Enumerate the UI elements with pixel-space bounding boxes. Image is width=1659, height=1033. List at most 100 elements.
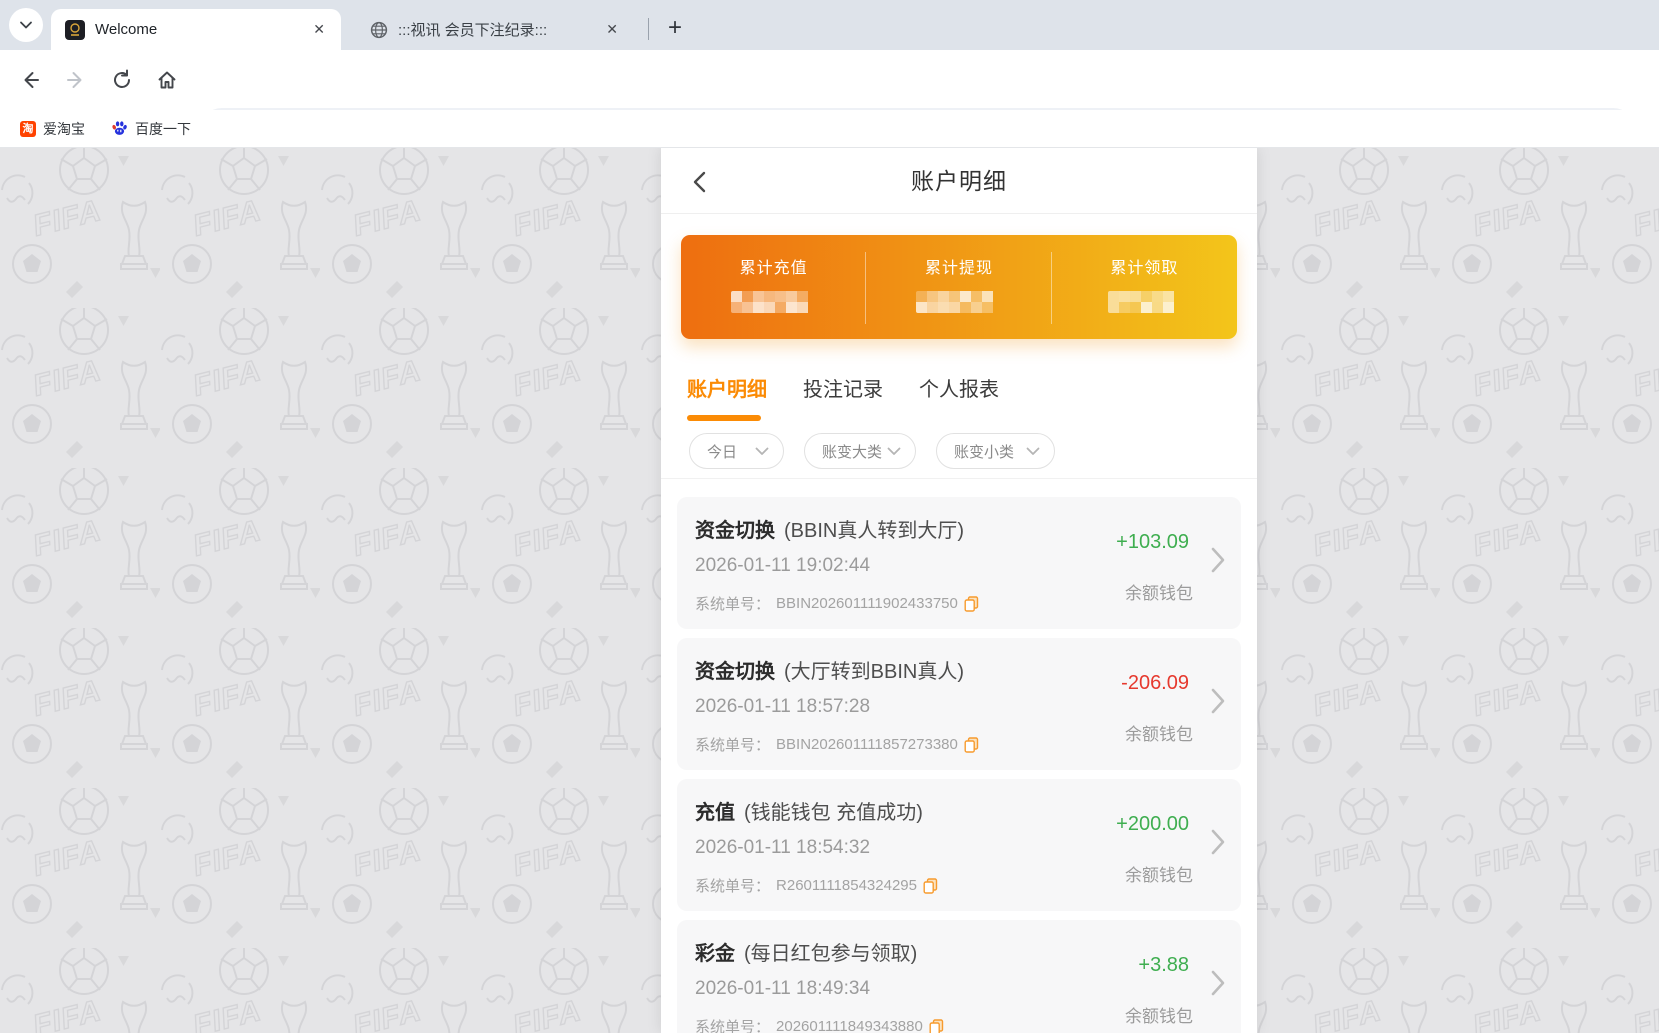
section-tabs: 账户明细 投注记录 个人报表 [687, 370, 999, 410]
bookmarks-bar: 淘 爱淘宝 百度一下 [0, 110, 1659, 148]
forward-button[interactable] [56, 60, 96, 100]
page-background: FIFA 账户明细 [0, 148, 1659, 1033]
transaction-amount: +200.00 [1116, 813, 1189, 836]
chevron-down-icon [887, 447, 901, 456]
chevron-down-icon [755, 447, 769, 456]
masked-amount [1108, 291, 1180, 313]
tab-divider [648, 18, 649, 40]
bookmark-baidu[interactable]: 百度一下 [105, 116, 197, 142]
total-deposit-label: 累计充值 [740, 254, 808, 278]
chevron-right-icon [1211, 547, 1225, 573]
order-prefix-label: 系统单号： [695, 875, 770, 896]
copy-icon[interactable] [964, 737, 979, 753]
order-prefix-label: 系统单号： [695, 593, 770, 614]
major-category-dropdown[interactable]: 账变大类 [804, 433, 916, 469]
chevron-down-icon [1026, 447, 1040, 456]
bookmark-aitaobao[interactable]: 淘 爱淘宝 [14, 116, 91, 142]
bookmark-label: 百度一下 [135, 119, 191, 139]
filter-label: 账变小类 [954, 441, 1014, 462]
masked-amount [731, 291, 817, 313]
transaction-datetime: 2026-01-11 19:02:44 [695, 555, 870, 577]
totals-summary-card: 累计充值 累计提现 累计领取 [681, 235, 1237, 339]
transaction-card[interactable]: 充值 (钱能钱包 充值成功) 2026-01-11 18:54:32 系统单号： R… [677, 779, 1241, 911]
transaction-title: 彩金 (每日红包参与领取) [695, 937, 917, 966]
chevron-right-icon [1211, 688, 1225, 714]
chevron-right-icon [1211, 970, 1225, 996]
transaction-subtitle: (BBIN真人转到大厅) [784, 520, 964, 542]
home-icon [156, 69, 178, 91]
transaction-type: 彩金 [695, 943, 735, 965]
browser-tab-welcome[interactable]: Welcome ✕ [51, 9, 341, 50]
minor-category-dropdown[interactable]: 账变小类 [936, 433, 1055, 469]
transaction-card[interactable]: 资金切换 (BBIN真人转到大厅) 2026-01-11 19:02:44 系统单… [677, 497, 1241, 629]
total-deposit-column: 累计充值 [681, 235, 866, 339]
transaction-order-row: 系统单号： BBIN202601111902433750 [695, 593, 979, 614]
total-withdraw-column: 累计提现 [866, 235, 1051, 339]
transaction-type: 资金切换 [695, 520, 775, 542]
order-prefix-label: 系统单号： [695, 734, 770, 755]
tab-betting-records[interactable]: 投注记录 [803, 370, 883, 410]
transaction-subtitle: (每日红包参与领取) [744, 943, 917, 965]
tab-title: :::视讯 会员下注纪录::: [398, 19, 590, 40]
wallet-label: 余额钱包 [1125, 1002, 1193, 1027]
tab-account-details[interactable]: 账户明细 [687, 370, 767, 410]
order-number: R2601111854324295 [776, 877, 917, 894]
masked-amount [916, 291, 1002, 313]
app-header: 账户明细 [661, 148, 1257, 214]
arrow-left-icon [19, 69, 41, 91]
bookmark-label: 爱淘宝 [43, 119, 85, 139]
wallet-label: 余额钱包 [1125, 861, 1193, 886]
tab-title: Welcome [95, 21, 297, 38]
transaction-card[interactable]: 彩金 (每日红包参与领取) 2026-01-11 18:49:34 系统单号：20… [677, 920, 1241, 1033]
total-claimed-column: 累计领取 [1052, 235, 1237, 339]
copy-icon[interactable] [929, 1019, 944, 1033]
transaction-card[interactable]: 资金切换 (大厅转到BBIN真人) 2026-01-11 18:57:28 系统单… [677, 638, 1241, 770]
transaction-type: 资金切换 [695, 661, 775, 683]
total-withdraw-label: 累计提现 [925, 254, 993, 278]
transaction-type: 充值 [695, 802, 735, 824]
filter-label: 今日 [707, 441, 737, 462]
transaction-list: 资金切换 (BBIN真人转到大厅) 2026-01-11 19:02:44 系统单… [677, 497, 1241, 1033]
transaction-order-row: 系统单号：202601111849343880 [695, 1016, 944, 1033]
arrow-right-icon [65, 69, 87, 91]
chevron-right-icon [1211, 829, 1225, 855]
home-button[interactable] [147, 60, 187, 100]
transaction-datetime: 2026-01-11 18:49:34 [695, 978, 870, 1000]
copy-icon[interactable] [964, 596, 979, 612]
taobao-icon: 淘 [20, 121, 36, 137]
wallet-label: 余额钱包 [1125, 720, 1193, 745]
divider [661, 478, 1257, 479]
new-tab-button[interactable]: + [658, 11, 692, 45]
order-number: BBIN202601111902433750 [776, 595, 958, 612]
transaction-order-row: 系统单号： BBIN202601111857273380 [695, 734, 979, 755]
transaction-subtitle: (大厅转到BBIN真人) [784, 661, 964, 683]
globe-icon [370, 21, 388, 39]
site-favicon [65, 20, 85, 40]
transaction-subtitle: (钱能钱包 充值成功) [744, 802, 923, 824]
reload-button[interactable] [102, 60, 142, 100]
transaction-amount: +103.09 [1116, 531, 1189, 554]
tab-strip: Welcome ✕ :::视讯 会员下注纪录::: ✕ + [0, 0, 1659, 50]
back-button[interactable] [10, 60, 50, 100]
tab-close-button[interactable]: ✕ [602, 19, 622, 40]
transaction-title: 资金切换 (大厅转到BBIN真人) [695, 655, 964, 684]
filter-row: 今日 账变大类 账变小类 [689, 433, 1055, 469]
transaction-datetime: 2026-01-11 18:57:28 [695, 696, 870, 718]
tab-close-button[interactable]: ✕ [309, 19, 329, 40]
baidu-paw-icon [111, 120, 128, 137]
transaction-amount: -206.09 [1121, 672, 1189, 695]
order-prefix-label: 系统单号： [695, 1016, 770, 1033]
transaction-datetime: 2026-01-11 18:54:32 [695, 837, 870, 859]
tab-personal-report[interactable]: 个人报表 [919, 370, 999, 410]
copy-icon[interactable] [923, 878, 938, 894]
browser-toolbar: ld48.com/reports/index?tab=0 [0, 50, 1659, 110]
order-number: BBIN202601111857273380 [776, 736, 958, 753]
wallet-label: 余额钱包 [1125, 579, 1193, 604]
transaction-title: 资金切换 (BBIN真人转到大厅) [695, 514, 964, 543]
browser-tab-betting-records[interactable]: :::视讯 会员下注纪录::: ✕ [356, 9, 634, 50]
chevron-down-icon [19, 18, 33, 32]
tab-search-button[interactable] [9, 8, 43, 42]
date-filter-dropdown[interactable]: 今日 [689, 433, 784, 469]
transaction-title: 充值 (钱能钱包 充值成功) [695, 796, 923, 825]
total-claimed-label: 累计领取 [1110, 254, 1178, 278]
